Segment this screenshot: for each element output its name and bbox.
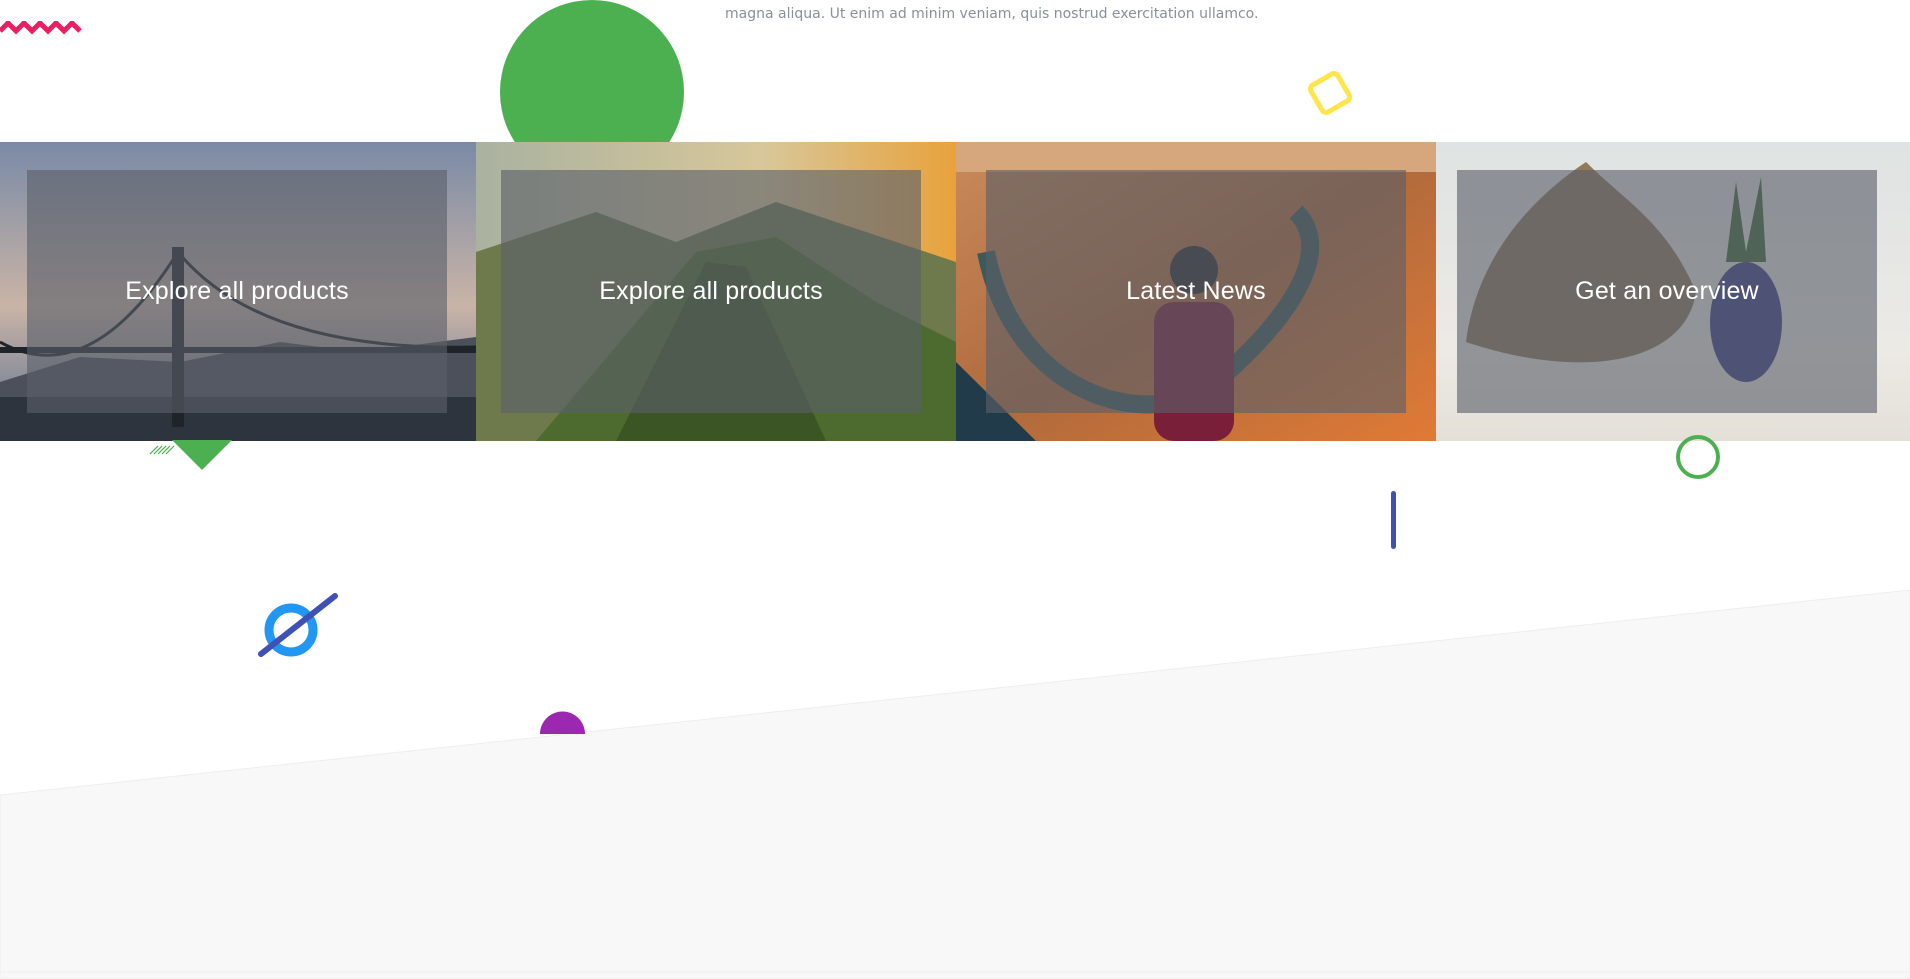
tile-label: Get an overview	[1575, 277, 1759, 305]
image-tiles: Explore all products Explore all product…	[0, 142, 1910, 441]
crossed-circle-shape	[258, 593, 338, 657]
tile-latest-news[interactable]: Latest News	[956, 142, 1436, 441]
green-triangle-shape	[149, 440, 232, 470]
tile-overlay: Latest News	[986, 170, 1406, 413]
tile-overlay: Explore all products	[501, 170, 921, 413]
purple-semicircle-shape	[540, 711, 585, 734]
tile-overlay: Explore all products	[27, 170, 447, 413]
yellow-square-shape	[1305, 68, 1355, 118]
tile-label: Latest News	[1126, 277, 1266, 305]
intro-text: magna aliqua. Ut enim ad minim veniam, q…	[725, 6, 1259, 22]
tile-get-overview[interactable]: Get an overview	[1436, 142, 1910, 441]
green-ring-shape	[1676, 435, 1720, 479]
tile-overlay: Get an overview	[1457, 170, 1877, 413]
blue-line-shape	[1391, 491, 1396, 549]
tile-explore-products-2[interactable]: Explore all products	[476, 142, 956, 441]
tile-label: Explore all products	[599, 277, 823, 305]
tile-explore-products-1[interactable]: Explore all products	[0, 142, 476, 441]
zigzag-shape	[0, 21, 82, 35]
landing-page-section: magna aliqua. Ut enim ad minim veniam, q…	[0, 0, 1910, 979]
tile-label: Explore all products	[125, 277, 349, 305]
